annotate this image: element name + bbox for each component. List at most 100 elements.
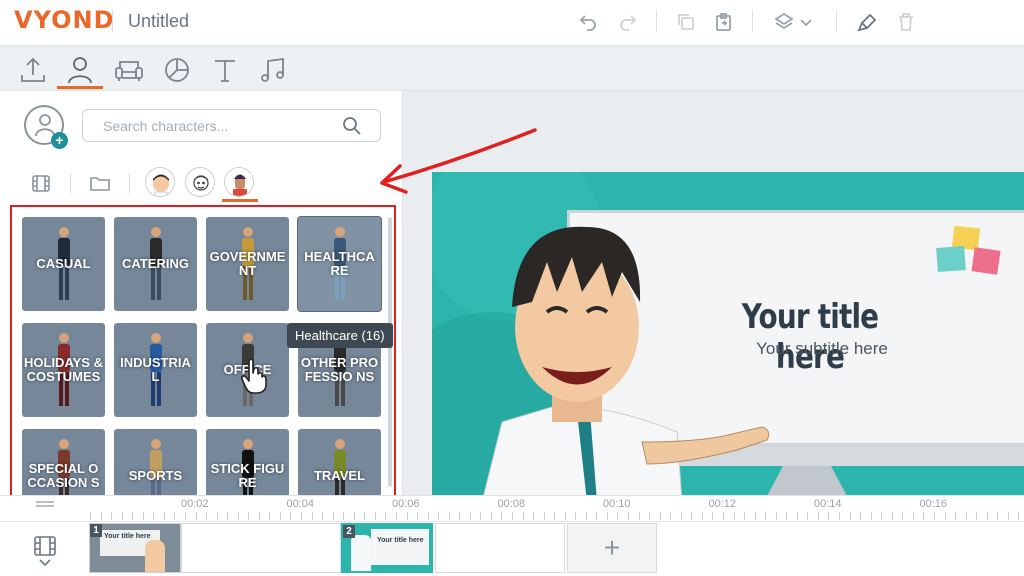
chevron-down-icon[interactable]	[798, 10, 814, 34]
ruler-tick	[660, 512, 661, 520]
slide-title[interactable]: Your title here	[712, 297, 909, 377]
ruler-tick	[491, 512, 492, 520]
ruler-tick	[839, 512, 840, 520]
category-tile[interactable]: INDUSTRIA L	[114, 323, 197, 417]
ruler-tick	[966, 512, 967, 520]
ruler-tick	[850, 512, 851, 520]
ruler-tick	[449, 512, 450, 520]
text-icon[interactable]	[208, 53, 242, 87]
sofa-icon[interactable]	[112, 53, 146, 87]
ruler-tick	[934, 512, 935, 520]
ruler-tick	[607, 512, 608, 520]
ruler-tick	[881, 512, 882, 520]
ruler-tick	[269, 512, 270, 520]
ruler-tick	[122, 512, 123, 520]
scene-2-track[interactable]	[435, 523, 565, 573]
style-contemporary-avatar[interactable]	[224, 167, 254, 197]
search-box	[82, 109, 381, 142]
undo-icon[interactable]	[576, 10, 600, 34]
film-icon[interactable]	[29, 171, 53, 195]
add-scene-button[interactable]: +	[567, 523, 657, 573]
ruler-tick	[976, 512, 977, 520]
slide-subtitle[interactable]: Your subtitle here	[672, 339, 972, 359]
ruler-tick	[913, 512, 914, 520]
ruler-tick	[586, 512, 587, 520]
pie-chart-icon[interactable]	[160, 53, 194, 87]
category-tile[interactable]: HOLIDAYS & COSTUMES	[22, 323, 105, 417]
ruler-tick-label: 00:16	[919, 498, 948, 510]
ruler-tick	[501, 512, 502, 520]
ruler-tick	[480, 512, 481, 520]
active-style-indicator	[222, 199, 258, 202]
ruler-tick	[280, 512, 281, 520]
thumb-title: Your title here	[377, 537, 424, 544]
ruler-tick	[174, 512, 175, 520]
ruler-tick	[343, 512, 344, 520]
ruler-tick	[470, 512, 471, 520]
divider	[129, 173, 130, 193]
folder-icon[interactable]	[88, 171, 112, 195]
vyond-logo[interactable]: VYOND	[14, 6, 115, 34]
ruler-tick	[301, 512, 302, 520]
sticky-notes-icon	[936, 225, 1001, 275]
ruler-tick	[575, 512, 576, 520]
scrollbar[interactable]	[388, 217, 392, 487]
document-title[interactable]: Untitled	[128, 11, 189, 32]
scene-thumbnail-1[interactable]: 1 Your title here	[89, 523, 181, 573]
upload-icon[interactable]	[16, 53, 50, 87]
ruler-tick	[354, 512, 355, 520]
ruler-tick	[238, 512, 239, 520]
trash-icon[interactable]	[894, 10, 918, 34]
ruler-tick	[153, 512, 154, 520]
person-icon[interactable]	[63, 53, 97, 87]
category-tile[interactable]: CATERING	[114, 217, 197, 311]
ruler-tick	[523, 512, 524, 520]
search-input[interactable]	[103, 116, 333, 136]
time-ruler[interactable]: 00:02 00:04 00:06 00:08 00:10 00:12 00:14 00:16	[0, 496, 1024, 522]
ruler-tick	[143, 512, 144, 520]
ruler-tick	[628, 512, 629, 520]
ruler-tick	[807, 512, 808, 520]
ruler-tick	[396, 512, 397, 520]
music-icon[interactable]	[256, 53, 290, 87]
ruler-tick	[375, 512, 376, 520]
ruler-tick	[459, 512, 460, 520]
divider	[70, 173, 71, 193]
category-tile[interactable]: GOVERNME NT	[206, 217, 289, 311]
scene-1-track[interactable]	[181, 523, 341, 573]
paste-icon[interactable]	[712, 10, 736, 34]
category-tile[interactable]: CASUAL	[22, 217, 105, 311]
category-tile[interactable]: HEALTHCA RE	[298, 217, 381, 311]
ruler-tick	[1018, 512, 1019, 520]
ruler-tick	[828, 512, 829, 520]
ruler-tick	[185, 512, 186, 520]
ruler-tick	[259, 512, 260, 520]
style-whiteboard-avatar[interactable]	[185, 167, 215, 197]
layers-icon[interactable]	[772, 10, 796, 34]
thumb-title: Your title here	[104, 533, 151, 540]
scenes-toggle-icon[interactable]	[28, 534, 62, 568]
divider	[836, 10, 837, 32]
scene-thumbnail-2[interactable]: 2 Your title here	[341, 523, 433, 573]
ruler-tick-label: 00:12	[708, 498, 737, 510]
redo-icon[interactable]	[616, 10, 640, 34]
copy-icon[interactable]	[674, 10, 698, 34]
ruler-tick	[101, 512, 102, 520]
ruler-tick	[217, 512, 218, 520]
ruler-tick	[902, 512, 903, 520]
style-business-friendly-avatar[interactable]	[145, 167, 175, 197]
create-character-button[interactable]: +	[24, 105, 68, 149]
ruler-tick-label: 00:14	[814, 498, 842, 510]
ruler-tick	[639, 512, 640, 520]
ruler-tick	[765, 512, 766, 520]
ruler-tick	[596, 512, 597, 520]
ruler-tick	[544, 512, 545, 520]
slide-preview[interactable]: Your title here Your subtitle here	[432, 172, 1024, 495]
ruler-tick	[196, 512, 197, 520]
hand-cursor-icon	[241, 358, 267, 394]
drag-handle-icon[interactable]	[36, 501, 54, 503]
search-icon[interactable]	[342, 116, 362, 136]
ruler-tick	[111, 512, 112, 520]
brush-icon[interactable]	[856, 10, 880, 34]
ruler-tick	[892, 512, 893, 520]
